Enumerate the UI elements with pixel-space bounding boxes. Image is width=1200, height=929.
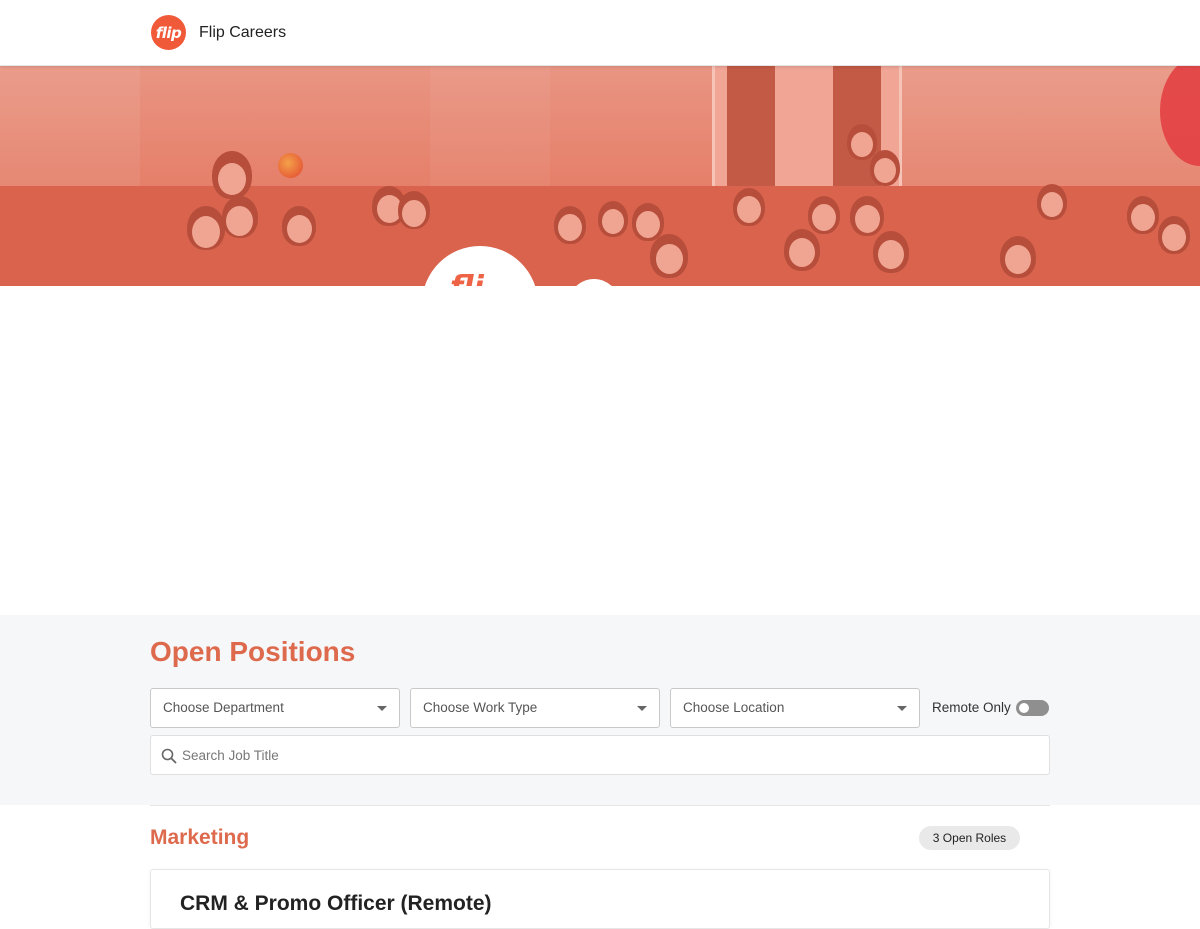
department-title-marketing: Marketing xyxy=(150,826,250,849)
flip-logo: flip xyxy=(151,15,186,50)
logo-text: flip xyxy=(155,23,182,42)
brand-name: Flip Careers xyxy=(199,23,287,41)
search-job-title-input[interactable]: Search Job Title xyxy=(150,735,1050,775)
open-positions-filters: Open Positions Choose Department Choose … xyxy=(0,615,1200,805)
work-type-select[interactable]: Choose Work Type xyxy=(410,688,660,728)
content-placeholder-area xyxy=(0,286,1200,615)
search-placeholder: Search Job Title xyxy=(182,748,279,763)
top-navbar: flip Flip Careers xyxy=(0,0,1200,66)
department-select-label: Choose Department xyxy=(163,700,284,715)
job-card[interactable]: CRM & Promo Officer (Remote) xyxy=(150,869,1050,929)
hero-banner-image: fli xyxy=(0,66,1200,286)
location-select-label: Choose Location xyxy=(683,700,785,715)
work-type-select-label: Choose Work Type xyxy=(423,700,538,715)
location-select[interactable]: Choose Location xyxy=(670,688,920,728)
photo-balloon xyxy=(278,153,303,178)
caret-down-icon xyxy=(897,706,907,711)
section-divider xyxy=(150,805,1050,806)
toggle-knob xyxy=(1019,703,1029,713)
open-positions-title: Open Positions xyxy=(150,636,356,667)
caret-down-icon xyxy=(377,706,387,711)
remote-only-toggle[interactable] xyxy=(1016,700,1049,716)
open-roles-badge: 3 Open Roles xyxy=(919,826,1020,850)
brand-link[interactable]: flip Flip Careers xyxy=(151,15,286,50)
caret-down-icon xyxy=(637,706,647,711)
job-title: CRM & Promo Officer (Remote) xyxy=(180,892,492,915)
avatar-logo-text: fli xyxy=(450,270,484,286)
remote-only-label: Remote Only xyxy=(932,700,1011,715)
department-select[interactable]: Choose Department xyxy=(150,688,400,728)
search-icon xyxy=(161,748,177,764)
